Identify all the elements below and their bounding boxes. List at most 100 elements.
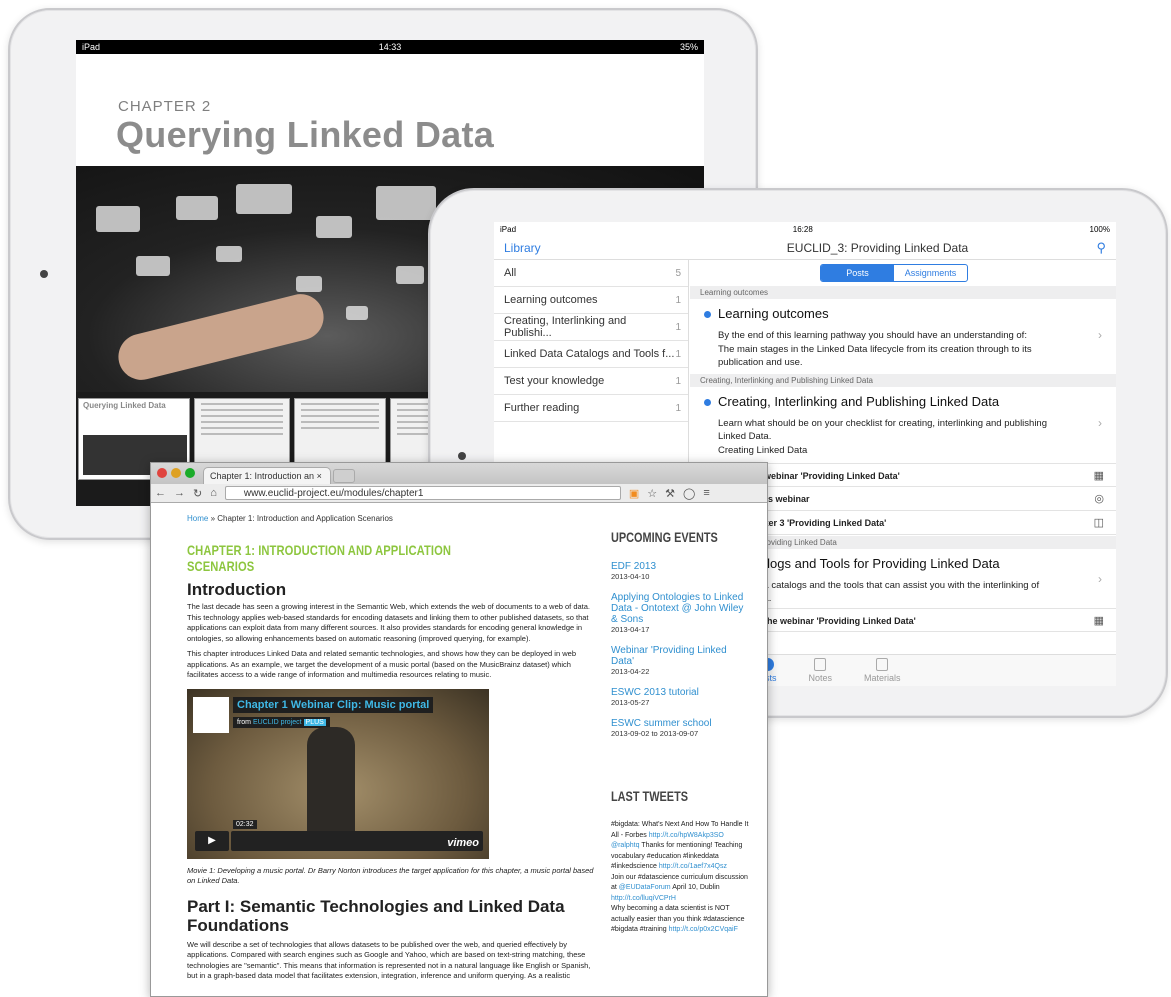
home-icon[interactable]: ⌂: [206, 487, 221, 499]
event-item[interactable]: EDF 2013 2013-04-10: [611, 561, 751, 581]
post-title: Learning outcomes: [690, 306, 1116, 321]
sidebar-item-learning-outcomes[interactable]: Learning outcomes 1: [494, 287, 688, 314]
sidebar-item-test[interactable]: Test your knowledge 1: [494, 368, 688, 395]
sidebar-item-creating[interactable]: Creating, Interlinking and Publishi... 1: [494, 314, 688, 341]
segment-assignments[interactable]: Assignments: [894, 265, 967, 281]
wrench-icon[interactable]: ⚒: [665, 487, 675, 500]
euclid-logo: [193, 696, 229, 733]
new-tab-button[interactable]: [333, 469, 355, 483]
browser-tab-title: Chapter 1: Introduction an: [210, 471, 315, 481]
tweet-link[interactable]: http://t.co/hpW8Akp3SO: [649, 832, 724, 839]
event-item[interactable]: ESWC 2013 tutorial 2013-05-27: [611, 687, 751, 707]
video-author-link[interactable]: EUCLID project: [253, 719, 302, 726]
sidebar-item-count: 1: [675, 294, 681, 306]
upcoming-events-title: UPCOMING EVENTS: [611, 529, 718, 545]
vimeo-logo[interactable]: vimeo: [447, 837, 479, 849]
tweet-user-link[interactable]: @EUDataForum: [619, 884, 671, 891]
tweets-list: #bigdata: What's Next And How To Handle …: [611, 820, 751, 936]
right-sidebar: UPCOMING EVENTS EDF 2013 2013-04-10 Apply…: [611, 503, 751, 936]
part1-heading: Part I: Semantic Technologies and Linked…: [187, 896, 565, 935]
tweet-link[interactable]: http://t.co/1aef7x4Qsz: [659, 863, 727, 870]
video-progress-bar[interactable]: [231, 830, 483, 851]
back-arrow-icon[interactable]: ←: [151, 487, 170, 499]
book-icon: ◫: [1093, 517, 1104, 529]
sidebar-item-count: 1: [675, 348, 681, 360]
video-title[interactable]: Chapter 1 Webinar Clip: Music portal: [233, 696, 434, 713]
chevron-right-icon: ›: [1098, 572, 1102, 586]
extension-icons: ▣ ☆ ⚒ ◯ ≡: [629, 487, 710, 500]
event-title[interactable]: Applying Ontologies to Linked Data - Ont…: [611, 592, 751, 625]
breadcrumb-home-link[interactable]: Home: [187, 514, 208, 523]
tweet-user-link[interactable]: @ralphtq: [611, 842, 640, 849]
status-battery: 35%: [679, 42, 698, 52]
sidebar-item-count: 1: [675, 321, 681, 333]
video-byline: from EUCLID project PLUS: [233, 716, 330, 728]
vimeo-video-player[interactable]: Chapter 1 Webinar Clip: Music portal fro…: [187, 688, 489, 859]
reload-icon[interactable]: ↻: [189, 487, 206, 500]
post-body: Learn what should be on your checklist f…: [718, 418, 1048, 442]
notes-icon: [814, 658, 827, 671]
sidebar-item-label: Linked Data Catalogs and Tools f...: [504, 348, 675, 360]
sidebar-item-count: 5: [675, 267, 681, 279]
ipad2-status-bar: iPad 16:28 100%: [494, 222, 1116, 236]
segment-posts[interactable]: Posts: [821, 265, 894, 281]
event-title[interactable]: Webinar 'Providing Linked Data': [611, 645, 751, 667]
tweet-link[interactable]: http://t.co/p0x2CVqaiF: [669, 926, 738, 933]
sidebar-item-all[interactable]: All 5: [494, 260, 688, 287]
plus-badge: PLUS: [303, 718, 326, 726]
compass-icon: ◎: [1094, 493, 1104, 505]
extension-icon[interactable]: ◯: [683, 487, 695, 500]
film-icon: ▦: [1093, 615, 1104, 627]
minimize-window-button[interactable]: [171, 468, 181, 478]
tweet-text: April 10, Dublin: [672, 884, 720, 891]
play-button[interactable]: ▶: [195, 830, 229, 851]
event-item[interactable]: Applying Ontologies to Linked Data - Ont…: [611, 592, 751, 634]
post-body: By the end of this learning pathway you …: [718, 330, 1027, 341]
browser-toolbar: ← → ↻ ⌂ www.euclid-project.eu/modules/ch…: [151, 484, 767, 503]
event-item[interactable]: Webinar 'Providing Linked Data' 2013-04-2…: [611, 645, 751, 676]
library-back-button[interactable]: Library: [494, 241, 689, 255]
ipad-camera-dot: [40, 270, 48, 278]
breadcrumb: Home » Chapter 1: Introduction and Appli…: [187, 514, 599, 523]
sidebar-item-catalogs[interactable]: Linked Data Catalogs and Tools f... 1: [494, 341, 688, 368]
tab-notes[interactable]: Notes: [809, 655, 832, 686]
sidebar-item-further-reading[interactable]: Further reading 1: [494, 395, 688, 422]
event-title[interactable]: ESWC summer school: [611, 718, 751, 729]
event-item[interactable]: ESWC summer school 2013-09-02 to 2013-09-…: [611, 718, 751, 738]
tab-materials[interactable]: Materials: [864, 655, 901, 686]
composite-stage: iPad 14:33 35% CHAPTER 2 Querying Linked…: [0, 0, 1171, 997]
intro-paragraph: The last decade has seen a growing inter…: [187, 602, 591, 643]
address-bar[interactable]: www.euclid-project.eu/modules/chapter1: [224, 486, 621, 500]
star-icon[interactable]: ☆: [647, 487, 657, 500]
nav-title: EUCLID_3: Providing Linked Data: [786, 240, 969, 255]
search-icon[interactable]: ⚲: [1096, 240, 1106, 256]
post-title: Creating, Interlinking and Publishing Li…: [690, 394, 1116, 409]
segmented-control: Posts Assignments: [820, 264, 968, 282]
page-content: Home » Chapter 1: Introduction and Appli…: [151, 503, 767, 996]
browser-tab[interactable]: Chapter 1: Introduction an ×: [203, 467, 331, 484]
zoom-window-button[interactable]: [185, 468, 195, 478]
event-date: 2013-05-27: [611, 698, 650, 707]
video-time: 02:32: [233, 819, 257, 829]
post-body: Creating Linked Data: [718, 445, 808, 456]
rss-icon[interactable]: ▣: [629, 487, 639, 500]
event-title[interactable]: EDF 2013: [611, 561, 751, 572]
event-title[interactable]: ESWC 2013 tutorial: [611, 687, 751, 698]
sidebar-item-label: All: [504, 267, 517, 279]
event-date: 2013-04-17: [611, 625, 650, 634]
tweet-link[interactable]: http://t.co/lluqiVCPrH: [611, 895, 676, 902]
close-tab-icon[interactable]: ×: [317, 471, 322, 481]
post-learning-outcomes[interactable]: Learning outcomes By the end of this lea…: [690, 306, 1116, 369]
materials-icon: [876, 658, 889, 671]
status-device: iPad: [500, 224, 517, 234]
chapter-heading: CHAPTER 1: INTRODUCTION AND APPLICATION …: [187, 542, 452, 574]
menu-icon[interactable]: ≡: [703, 487, 709, 500]
breadcrumb-current: » Chapter 1: Introduction and Applicatio…: [210, 514, 393, 523]
post-creating[interactable]: Creating, Interlinking and Publishing Li…: [690, 394, 1116, 457]
chapter-label: CHAPTER 2: [118, 98, 212, 115]
presenter-figure: [307, 726, 355, 837]
close-window-button[interactable]: [157, 468, 167, 478]
browser-window: Chapter 1: Introduction an × ← → ↻ ⌂ www…: [150, 462, 768, 997]
forward-arrow-icon[interactable]: →: [170, 487, 189, 499]
thumb-title: Querying Linked Data: [83, 401, 166, 410]
